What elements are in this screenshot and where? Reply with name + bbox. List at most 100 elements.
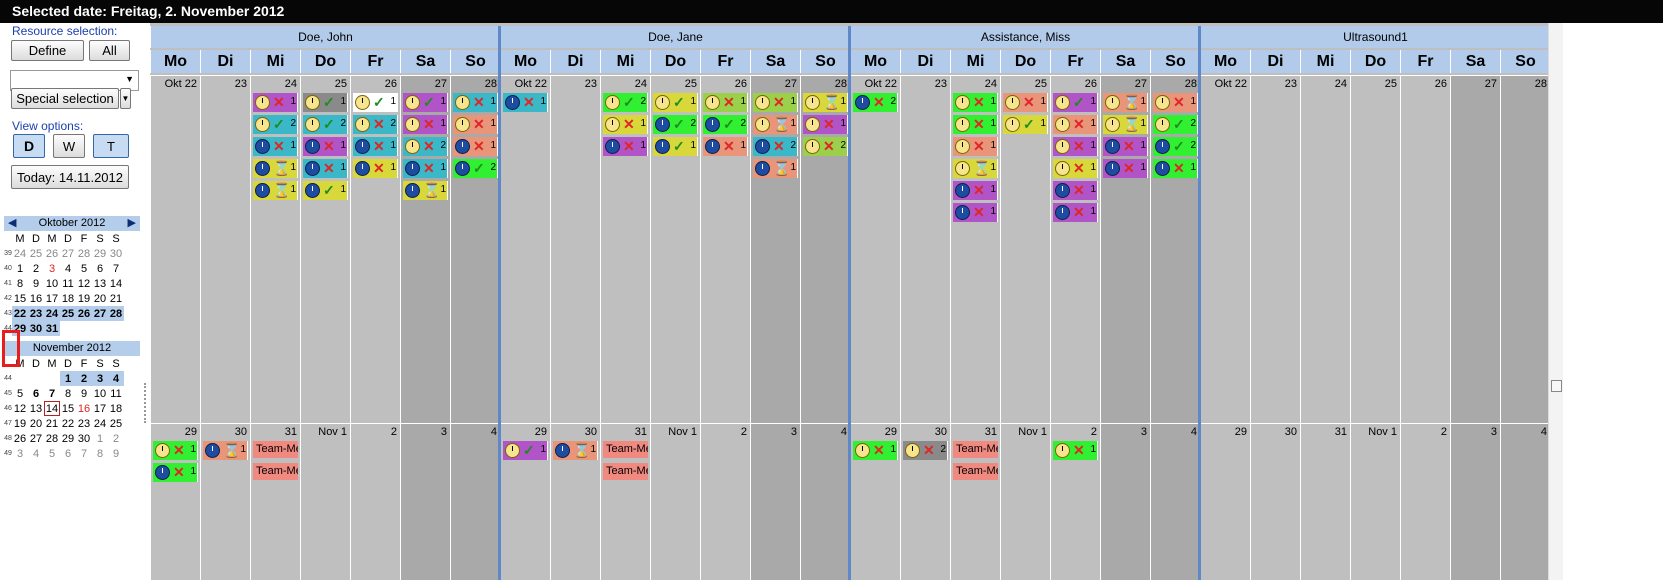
day-cell[interactable]: 17 xyxy=(44,291,60,306)
day-header[interactable]: Sa xyxy=(400,50,450,73)
day-cell[interactable]: 14 xyxy=(108,276,124,291)
day-cell[interactable]: 12 xyxy=(76,276,92,291)
day-header[interactable]: Do xyxy=(1350,50,1400,73)
week-number[interactable]: 47 xyxy=(4,416,12,431)
week-number[interactable]: 43 xyxy=(4,306,12,321)
day-cell[interactable]: 27 xyxy=(60,246,76,261)
day-cell[interactable]: 26 xyxy=(12,431,28,446)
day-cell[interactable]: 5 xyxy=(44,446,60,461)
day-cell[interactable]: 31 Team-Me Team-Me xyxy=(950,423,1000,580)
appointment[interactable]: ⌛ 1 xyxy=(253,159,298,178)
day-cell[interactable]: 30 xyxy=(28,321,44,336)
team-meeting-appointment[interactable]: Team-Me xyxy=(253,463,298,480)
appointment[interactable]: ✕ 1 xyxy=(1153,159,1198,178)
day-cell[interactable]: 28 ✕ 1 ✓ 2 ✓ 2 ✕ 1 xyxy=(1150,75,1200,423)
day-cell[interactable]: 8 xyxy=(12,276,28,291)
day-cell[interactable]: 7 xyxy=(44,386,60,401)
view-day-button[interactable]: D xyxy=(13,134,45,158)
appointment[interactable]: ✓ 1 xyxy=(503,441,548,460)
appointment[interactable]: ✓ 1 xyxy=(653,93,698,112)
day-cell[interactable]: 30 ✕ 2 xyxy=(900,423,950,580)
day-cell[interactable]: 3 xyxy=(400,423,450,580)
day-cell[interactable]: 22 xyxy=(60,416,76,431)
day-header[interactable]: Sa xyxy=(1100,50,1150,73)
appointment[interactable]: ✕ 1 xyxy=(453,137,498,156)
team-meeting-appointment[interactable]: Team-Me xyxy=(253,441,298,458)
day-header[interactable]: Mo xyxy=(150,50,200,73)
day-cell[interactable]: 23 xyxy=(900,75,950,423)
day-header[interactable]: So xyxy=(1500,50,1550,73)
appointment[interactable]: ✓ 1 xyxy=(303,93,348,112)
appointment[interactable]: ✕ 2 xyxy=(753,137,798,156)
day-cell[interactable]: 5 xyxy=(76,261,92,276)
view-week-button[interactable]: W xyxy=(53,134,85,158)
appointment[interactable]: ✕ 1 xyxy=(403,115,448,134)
day-cell[interactable]: 6 xyxy=(60,446,76,461)
day-cell[interactable]: 24 xyxy=(1300,75,1350,423)
appointment[interactable]: ✕ 2 xyxy=(853,93,898,112)
day-header[interactable]: Mi xyxy=(950,50,1000,73)
day-cell[interactable]: 1 xyxy=(60,371,76,386)
day-cell[interactable]: 31 xyxy=(1300,423,1350,580)
day-cell[interactable]: Nov 1 xyxy=(300,423,350,580)
day-cell[interactable]: 20 xyxy=(28,416,44,431)
day-cell[interactable]: 25 xyxy=(108,416,124,431)
day-header[interactable]: Mi xyxy=(250,50,300,73)
day-cell[interactable]: Okt 22 ✕ 1 xyxy=(500,75,550,423)
day-cell[interactable]: 4 xyxy=(28,446,44,461)
appointment[interactable]: ✕ 1 xyxy=(953,137,998,156)
resource-header[interactable]: Assistance, Miss xyxy=(850,26,1200,48)
day-header[interactable]: Mi xyxy=(1300,50,1350,73)
day-cell[interactable]: Nov 1 xyxy=(650,423,700,580)
day-cell[interactable]: 27 ✕ 1 ⌛ 1 ✕ 2 ⌛ 1 xyxy=(750,75,800,423)
day-cell[interactable]: 19 xyxy=(12,416,28,431)
appointment[interactable]: ✕ 1 xyxy=(803,115,848,134)
day-header[interactable]: Mo xyxy=(500,50,550,73)
team-meeting-appointment[interactable]: Team-Me xyxy=(603,463,648,480)
day-cell[interactable]: 3 xyxy=(750,423,800,580)
appointment[interactable]: ✓ 1 xyxy=(1003,115,1048,134)
day-header[interactable]: Fr xyxy=(1050,50,1100,73)
resource-header[interactable]: Doe, Jane xyxy=(500,26,850,48)
appointment[interactable]: ⌛ 1 xyxy=(253,181,298,200)
day-cell[interactable]: 5 xyxy=(12,386,28,401)
day-cell[interactable]: 2 ✕ 1 xyxy=(1050,423,1100,580)
day-cell[interactable]: 2 xyxy=(700,423,750,580)
day-cell[interactable]: 16 xyxy=(28,291,44,306)
appointment[interactable]: ✕ 1 xyxy=(1053,159,1098,178)
day-header[interactable]: Do xyxy=(1000,50,1050,73)
day-header[interactable]: Mi xyxy=(600,50,650,73)
day-cell[interactable]: 27 xyxy=(28,431,44,446)
day-cell[interactable]: 31 Team-Me Team-Me xyxy=(600,423,650,580)
day-cell[interactable]: 4 xyxy=(1150,423,1200,580)
appointment[interactable]: ✕ 1 xyxy=(1153,93,1198,112)
day-cell[interactable]: 11 xyxy=(108,386,124,401)
day-cell[interactable]: 27 xyxy=(92,306,108,321)
appointment[interactable]: ✕ 2 xyxy=(403,137,448,156)
day-cell[interactable]: Nov 1 xyxy=(1350,423,1400,580)
appointment[interactable]: ✕ 1 xyxy=(1053,137,1098,156)
appointment[interactable]: ✕ 1 xyxy=(453,93,498,112)
resource-header[interactable]: Doe, John xyxy=(150,26,500,48)
appointment[interactable]: ✕ 2 xyxy=(353,115,398,134)
resource-header[interactable]: Ultrasound1 xyxy=(1200,26,1550,48)
day-cell[interactable]: 29 ✕ 1 xyxy=(850,423,900,580)
appointment[interactable]: ✓ 2 xyxy=(703,115,748,134)
day-cell[interactable]: 24 xyxy=(12,246,28,261)
day-cell[interactable]: 2 xyxy=(350,423,400,580)
day-cell[interactable]: 27 ⌛ 1 ⌛ 1 ✕ 1 ✕ 1 xyxy=(1100,75,1150,423)
week-number[interactable]: 48 xyxy=(4,431,12,446)
day-cell[interactable]: 28 xyxy=(76,246,92,261)
day-cell[interactable]: 29 xyxy=(60,431,76,446)
day-cell[interactable]: 1 xyxy=(12,261,28,276)
special-selection-button[interactable]: Special selection xyxy=(11,88,119,109)
day-cell[interactable]: 9 xyxy=(28,276,44,291)
appointment[interactable]: ✕ 1 xyxy=(1103,137,1148,156)
day-cell[interactable]: 30 xyxy=(108,246,124,261)
day-cell[interactable]: 23 xyxy=(550,75,600,423)
day-cell[interactable]: 2 xyxy=(1400,423,1450,580)
all-button[interactable]: All xyxy=(89,40,130,61)
day-cell[interactable]: 30 ⌛ 1 xyxy=(550,423,600,580)
day-cell[interactable]: 26 ✓ 1 ✕ 1 ✕ 1 ✕ 1 ✕ 1 ✕ 1 xyxy=(1050,75,1100,423)
day-cell[interactable]: 1 xyxy=(92,431,108,446)
